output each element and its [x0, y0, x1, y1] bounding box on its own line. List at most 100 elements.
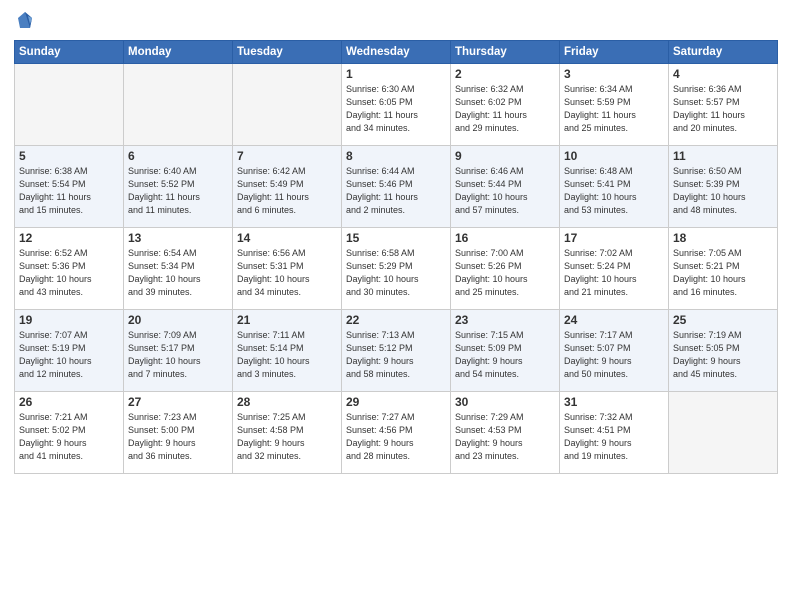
day-info: Sunrise: 7:02 AM Sunset: 5:24 PM Dayligh…	[564, 247, 664, 299]
day-info: Sunrise: 7:07 AM Sunset: 5:19 PM Dayligh…	[19, 329, 119, 381]
day-info: Sunrise: 6:44 AM Sunset: 5:46 PM Dayligh…	[346, 165, 446, 217]
header	[14, 10, 778, 32]
calendar-week-4: 19 Sunrise: 7:07 AM Sunset: 5:19 PM Dayli…	[15, 310, 778, 392]
logo	[14, 10, 38, 32]
day-info: Sunrise: 6:56 AM Sunset: 5:31 PM Dayligh…	[237, 247, 337, 299]
day-info: Sunrise: 6:36 AM Sunset: 5:57 PM Dayligh…	[673, 83, 773, 135]
logo-icon	[14, 10, 36, 32]
day-number: 11	[673, 149, 773, 163]
calendar-cell: 27 Sunrise: 7:23 AM Sunset: 5:00 PM Dayli…	[124, 392, 233, 474]
calendar-cell: 28 Sunrise: 7:25 AM Sunset: 4:58 PM Dayli…	[233, 392, 342, 474]
calendar-cell: 13Sunrise: 6:54 AM Sunset: 5:34 PM Dayli…	[124, 228, 233, 310]
calendar-cell: 29 Sunrise: 7:27 AM Sunset: 4:56 PM Dayli…	[342, 392, 451, 474]
day-info: Sunrise: 7:21 AM Sunset: 5:02 PM Dayligh…	[19, 411, 119, 463]
page-container: SundayMondayTuesdayWednesdayThursdayFrid…	[0, 0, 792, 482]
day-number: 24	[564, 313, 664, 327]
day-number: 30	[455, 395, 555, 409]
weekday-header-wednesday: Wednesday	[342, 41, 451, 64]
day-number: 27	[128, 395, 228, 409]
day-info: Sunrise: 6:48 AM Sunset: 5:41 PM Dayligh…	[564, 165, 664, 217]
day-number: 1	[346, 67, 446, 81]
day-number: 18	[673, 231, 773, 245]
day-number: 6	[128, 149, 228, 163]
day-info: Sunrise: 7:23 AM Sunset: 5:00 PM Dayligh…	[128, 411, 228, 463]
day-number: 7	[237, 149, 337, 163]
day-number: 16	[455, 231, 555, 245]
calendar-week-3: 12 Sunrise: 6:52 AM Sunset: 5:36 PM Dayli…	[15, 228, 778, 310]
calendar-week-5: 26 Sunrise: 7:21 AM Sunset: 5:02 PM Dayli…	[15, 392, 778, 474]
day-info: Sunrise: 6:46 AM Sunset: 5:44 PM Dayligh…	[455, 165, 555, 217]
weekday-header-friday: Friday	[560, 41, 669, 64]
calendar-cell: 21 Sunrise: 7:11 AM Sunset: 5:14 PM Dayli…	[233, 310, 342, 392]
calendar-week-2: 5 Sunrise: 6:38 AM Sunset: 5:54 PM Daylig…	[15, 146, 778, 228]
day-number: 2	[455, 67, 555, 81]
weekday-header-thursday: Thursday	[451, 41, 560, 64]
day-number: 28	[237, 395, 337, 409]
day-number: 10	[564, 149, 664, 163]
day-info: Sunrise: 6:50 AM Sunset: 5:39 PM Dayligh…	[673, 165, 773, 217]
calendar-cell: 7 Sunrise: 6:42 AM Sunset: 5:49 PM Daylig…	[233, 146, 342, 228]
day-info: Sunrise: 7:15 AM Sunset: 5:09 PM Dayligh…	[455, 329, 555, 381]
day-info: Sunrise: 7:32 AM Sunset: 4:51 PM Dayligh…	[564, 411, 664, 463]
calendar-cell: 6 Sunrise: 6:40 AM Sunset: 5:52 PM Daylig…	[124, 146, 233, 228]
day-number: 9	[455, 149, 555, 163]
calendar-cell: 1 Sunrise: 6:30 AM Sunset: 6:05 PM Daylig…	[342, 64, 451, 146]
weekday-header-sunday: Sunday	[15, 41, 124, 64]
day-info: Sunrise: 7:19 AM Sunset: 5:05 PM Dayligh…	[673, 329, 773, 381]
calendar-cell: 22 Sunrise: 7:13 AM Sunset: 5:12 PM Dayli…	[342, 310, 451, 392]
day-info: Sunrise: 7:17 AM Sunset: 5:07 PM Dayligh…	[564, 329, 664, 381]
calendar-cell	[15, 64, 124, 146]
day-number: 12	[19, 231, 119, 245]
day-number: 29	[346, 395, 446, 409]
calendar-cell: 18 Sunrise: 7:05 AM Sunset: 5:21 PM Dayli…	[669, 228, 778, 310]
calendar-cell: 20Sunrise: 7:09 AM Sunset: 5:17 PM Dayli…	[124, 310, 233, 392]
day-number: 19	[19, 313, 119, 327]
calendar-cell: 14 Sunrise: 6:56 AM Sunset: 5:31 PM Dayli…	[233, 228, 342, 310]
calendar-cell: 10 Sunrise: 6:48 AM Sunset: 5:41 PM Dayli…	[560, 146, 669, 228]
day-info: Sunrise: 7:29 AM Sunset: 4:53 PM Dayligh…	[455, 411, 555, 463]
calendar-cell: 19 Sunrise: 7:07 AM Sunset: 5:19 PM Dayli…	[15, 310, 124, 392]
day-number: 21	[237, 313, 337, 327]
weekday-header-tuesday: Tuesday	[233, 41, 342, 64]
day-number: 14	[237, 231, 337, 245]
day-info: Sunrise: 6:30 AM Sunset: 6:05 PM Dayligh…	[346, 83, 446, 135]
weekday-header-monday: Monday	[124, 41, 233, 64]
day-number: 26	[19, 395, 119, 409]
day-number: 5	[19, 149, 119, 163]
day-info: Sunrise: 7:00 AM Sunset: 5:26 PM Dayligh…	[455, 247, 555, 299]
day-info: Sunrise: 6:52 AM Sunset: 5:36 PM Dayligh…	[19, 247, 119, 299]
calendar-cell: 12 Sunrise: 6:52 AM Sunset: 5:36 PM Dayli…	[15, 228, 124, 310]
calendar-cell: 4 Sunrise: 6:36 AM Sunset: 5:57 PM Daylig…	[669, 64, 778, 146]
calendar-cell: 2Sunrise: 6:32 AM Sunset: 6:02 PM Daylig…	[451, 64, 560, 146]
day-info: Sunrise: 7:13 AM Sunset: 5:12 PM Dayligh…	[346, 329, 446, 381]
calendar-week-1: 1 Sunrise: 6:30 AM Sunset: 6:05 PM Daylig…	[15, 64, 778, 146]
day-info: Sunrise: 6:42 AM Sunset: 5:49 PM Dayligh…	[237, 165, 337, 217]
calendar-cell: 9 Sunrise: 6:46 AM Sunset: 5:44 PM Daylig…	[451, 146, 560, 228]
day-number: 20	[128, 313, 228, 327]
calendar-cell: 31 Sunrise: 7:32 AM Sunset: 4:51 PM Dayli…	[560, 392, 669, 474]
calendar-cell	[124, 64, 233, 146]
weekday-header-saturday: Saturday	[669, 41, 778, 64]
calendar-cell: 30 Sunrise: 7:29 AM Sunset: 4:53 PM Dayli…	[451, 392, 560, 474]
day-info: Sunrise: 6:38 AM Sunset: 5:54 PM Dayligh…	[19, 165, 119, 217]
calendar-cell: 8 Sunrise: 6:44 AM Sunset: 5:46 PM Daylig…	[342, 146, 451, 228]
day-number: 23	[455, 313, 555, 327]
calendar-cell: 17 Sunrise: 7:02 AM Sunset: 5:24 PM Dayli…	[560, 228, 669, 310]
day-number: 31	[564, 395, 664, 409]
day-info: Sunrise: 6:40 AM Sunset: 5:52 PM Dayligh…	[128, 165, 228, 217]
calendar-cell: 11 Sunrise: 6:50 AM Sunset: 5:39 PM Dayli…	[669, 146, 778, 228]
calendar-cell: 3Sunrise: 6:34 AM Sunset: 5:59 PM Daylig…	[560, 64, 669, 146]
day-number: 4	[673, 67, 773, 81]
day-number: 17	[564, 231, 664, 245]
day-info: Sunrise: 7:27 AM Sunset: 4:56 PM Dayligh…	[346, 411, 446, 463]
day-number: 8	[346, 149, 446, 163]
day-info: Sunrise: 7:11 AM Sunset: 5:14 PM Dayligh…	[237, 329, 337, 381]
calendar-header-row: SundayMondayTuesdayWednesdayThursdayFrid…	[15, 41, 778, 64]
calendar-table: SundayMondayTuesdayWednesdayThursdayFrid…	[14, 40, 778, 474]
day-info: Sunrise: 7:05 AM Sunset: 5:21 PM Dayligh…	[673, 247, 773, 299]
day-number: 25	[673, 313, 773, 327]
calendar-cell: 15Sunrise: 6:58 AM Sunset: 5:29 PM Dayli…	[342, 228, 451, 310]
day-info: Sunrise: 7:25 AM Sunset: 4:58 PM Dayligh…	[237, 411, 337, 463]
day-number: 22	[346, 313, 446, 327]
day-number: 13	[128, 231, 228, 245]
